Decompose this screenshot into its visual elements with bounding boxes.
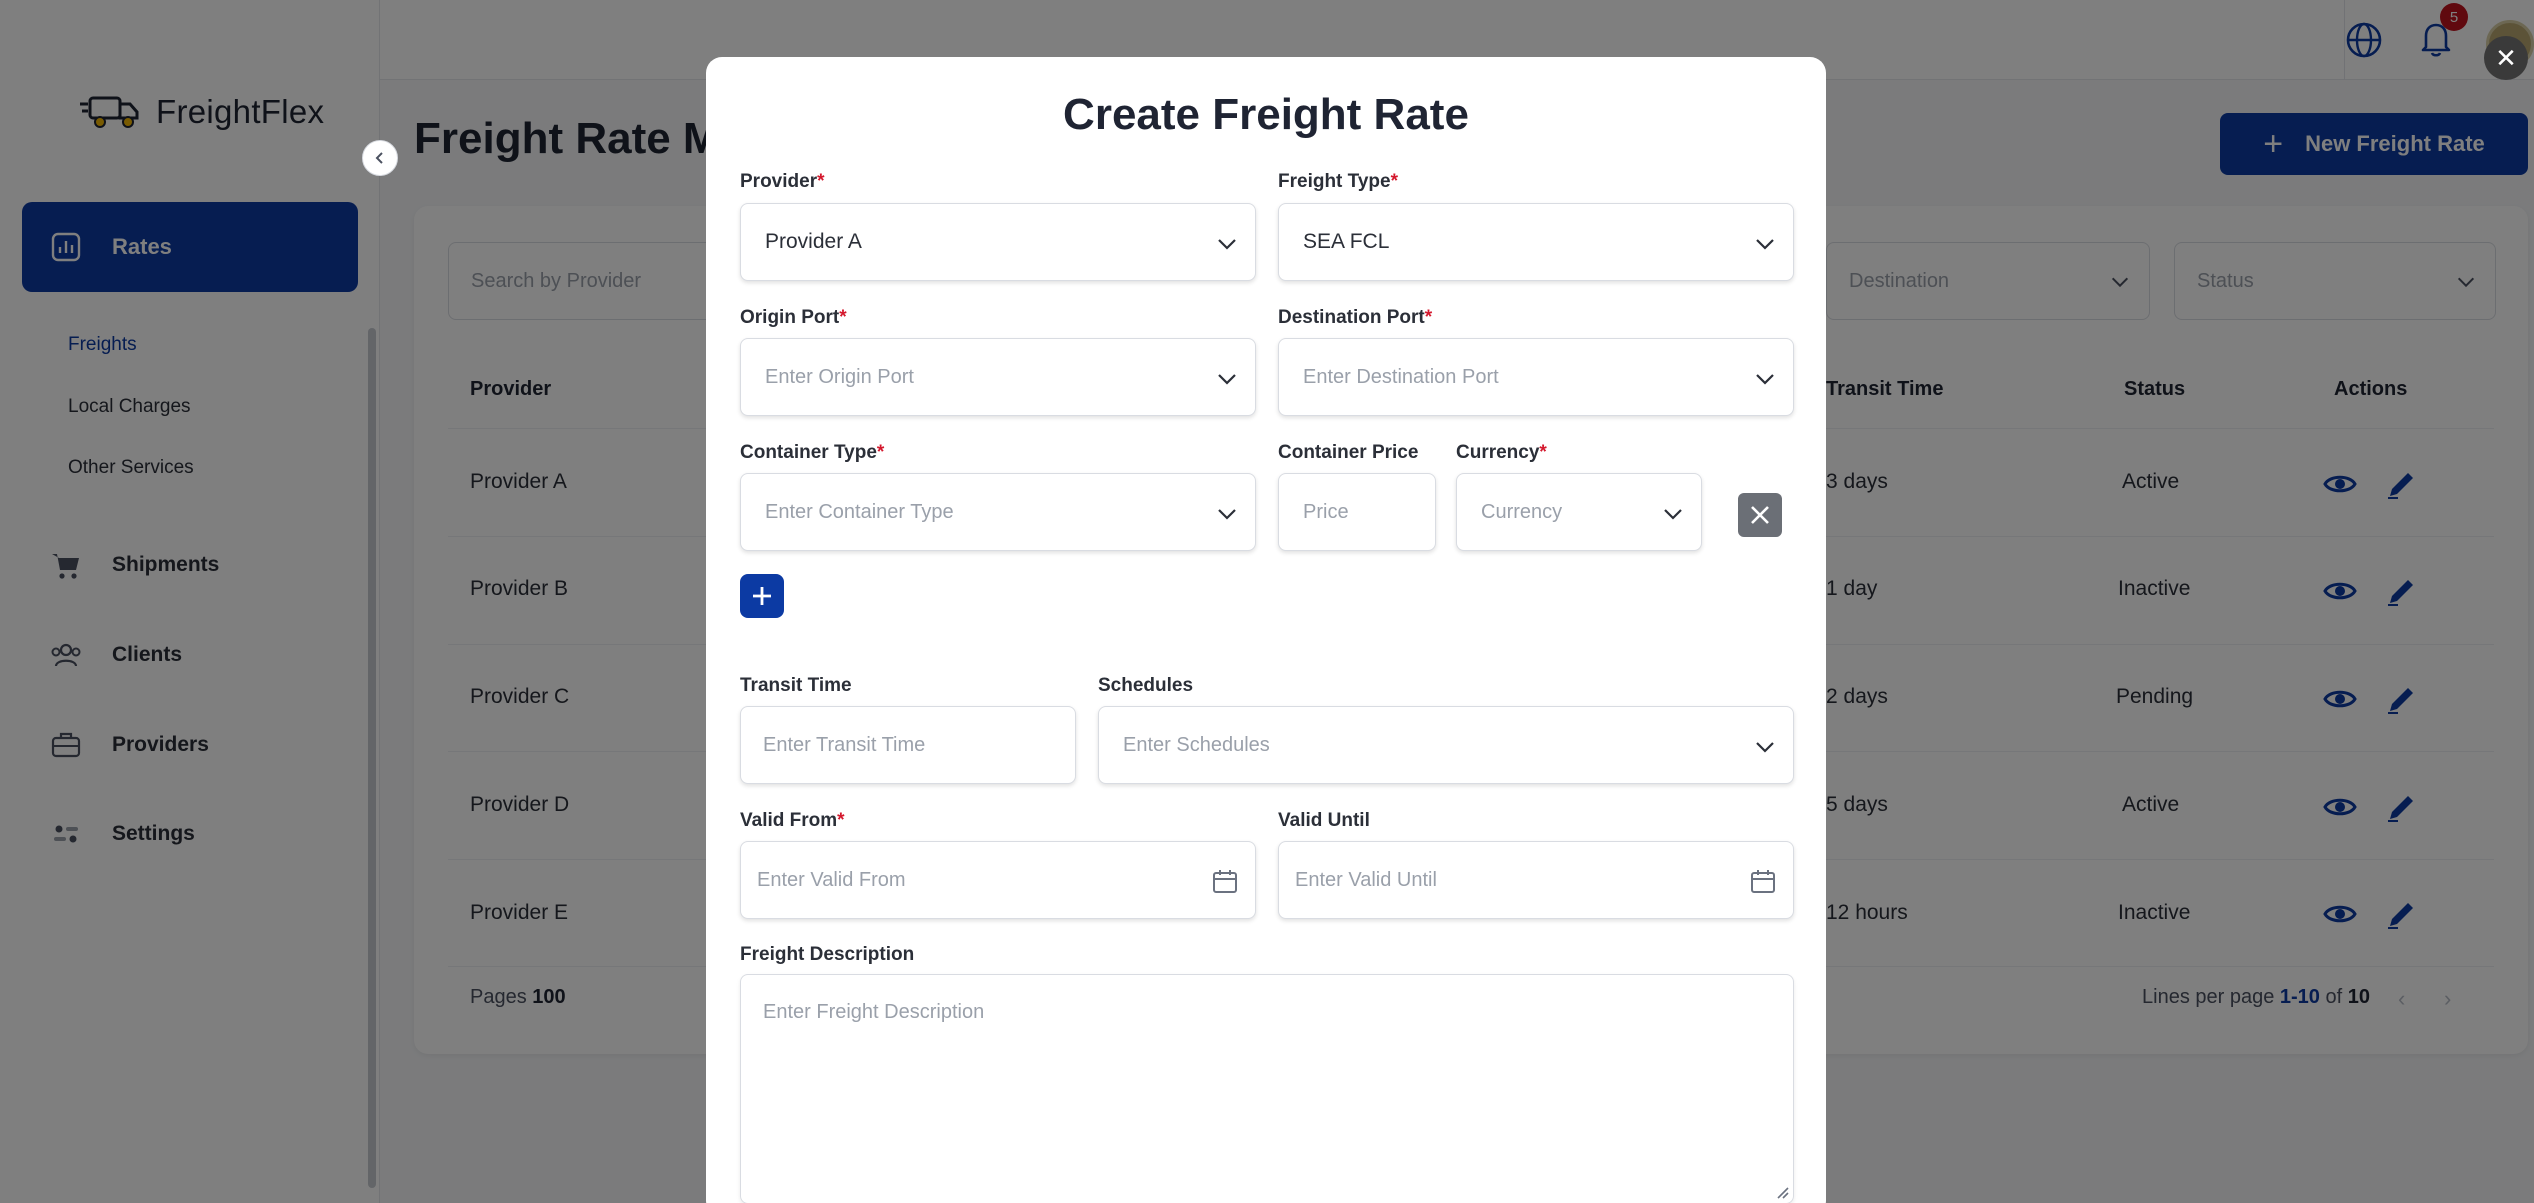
collapse-sidebar-button[interactable] xyxy=(362,140,398,176)
chevron-down-icon xyxy=(1756,742,1774,753)
close-icon xyxy=(1751,506,1769,524)
freight-type-select[interactable]: SEA FCL xyxy=(1278,203,1794,281)
provider-label: Provider* xyxy=(740,171,825,193)
freight-type-label: Freight Type* xyxy=(1278,171,1398,193)
calendar-icon[interactable] xyxy=(1211,867,1239,895)
remove-container-button[interactable] xyxy=(1738,493,1782,537)
origin-port-label: Origin Port* xyxy=(740,307,847,329)
currency-label-text: Currency xyxy=(1456,442,1540,463)
currency-select[interactable]: Currency xyxy=(1456,473,1702,551)
chevron-down-icon xyxy=(1218,374,1236,385)
container-type-select[interactable]: Enter Container Type xyxy=(740,473,1256,551)
chevron-down-icon xyxy=(1756,374,1774,385)
required-mark: * xyxy=(876,442,885,463)
container-price-placeholder: Price xyxy=(1303,500,1349,523)
destination-port-label-text: Destination Port xyxy=(1278,307,1425,328)
origin-port-select[interactable]: Enter Origin Port xyxy=(740,338,1256,416)
transit-time-placeholder: Enter Transit Time xyxy=(763,733,926,756)
schedules-label: Schedules xyxy=(1098,675,1194,696)
freight-description-textarea[interactable]: Enter Freight Description xyxy=(740,974,1794,1203)
provider-label-text: Provider xyxy=(740,171,818,192)
valid-until-placeholder: Enter Valid Until xyxy=(1295,868,1437,891)
chevron-left-icon xyxy=(375,152,383,164)
resize-grip-icon[interactable] xyxy=(1773,1183,1789,1199)
close-modal-button[interactable]: ✕ xyxy=(2484,36,2528,80)
destination-port-label: Destination Port* xyxy=(1278,307,1432,329)
freight-description-label: Freight Description xyxy=(740,944,915,965)
container-type-label-text: Container Type xyxy=(740,442,877,463)
plus-icon xyxy=(753,587,771,605)
currency-label: Currency* xyxy=(1456,442,1547,464)
valid-until-label: Valid Until xyxy=(1278,810,1370,831)
create-freight-rate-modal: Create Freight Rate Provider* Provider A… xyxy=(706,57,1826,1203)
required-mark: * xyxy=(839,307,847,328)
currency-placeholder: Currency xyxy=(1481,500,1563,523)
origin-port-label-text: Origin Port xyxy=(740,307,840,328)
container-price-input[interactable]: Price xyxy=(1278,473,1436,551)
origin-port-placeholder: Enter Origin Port xyxy=(765,365,914,388)
required-mark: * xyxy=(1539,442,1547,463)
required-mark: * xyxy=(837,810,845,831)
transit-time-label: Transit Time xyxy=(740,675,852,696)
transit-time-input[interactable]: Enter Transit Time xyxy=(740,706,1076,784)
calendar-icon[interactable] xyxy=(1749,867,1777,895)
container-price-label: Container Price xyxy=(1278,442,1419,463)
container-type-label: Container Type* xyxy=(740,442,884,464)
freight-type-value: SEA FCL xyxy=(1303,230,1390,253)
required-mark: * xyxy=(1390,171,1399,192)
chevron-down-icon xyxy=(1218,509,1236,520)
freight-type-label-text: Freight Type xyxy=(1278,171,1391,192)
container-type-placeholder: Enter Container Type xyxy=(765,500,954,523)
chevron-down-icon xyxy=(1218,239,1236,250)
valid-until-input[interactable]: Enter Valid Until xyxy=(1278,841,1794,919)
schedules-select[interactable]: Enter Schedules xyxy=(1098,706,1794,784)
valid-from-input[interactable]: Enter Valid From xyxy=(740,841,1256,919)
add-container-button[interactable] xyxy=(740,574,784,618)
valid-from-label-text: Valid From xyxy=(740,810,838,831)
destination-port-placeholder: Enter Destination Port xyxy=(1303,365,1499,388)
chevron-down-icon xyxy=(1756,239,1774,250)
valid-from-label: Valid From* xyxy=(740,810,845,832)
schedules-placeholder: Enter Schedules xyxy=(1123,733,1270,756)
freight-description-placeholder: Enter Freight Description xyxy=(763,1001,985,1023)
close-icon: ✕ xyxy=(2495,42,2517,73)
required-mark: * xyxy=(817,171,825,192)
modal-title: Create Freight Rate xyxy=(1063,90,1469,139)
chevron-down-icon xyxy=(1664,509,1682,520)
destination-port-select[interactable]: Enter Destination Port xyxy=(1278,338,1794,416)
provider-select[interactable]: Provider A xyxy=(740,203,1256,281)
required-mark: * xyxy=(1424,307,1433,328)
valid-from-placeholder: Enter Valid From xyxy=(757,868,906,891)
provider-value: Provider A xyxy=(765,230,862,253)
